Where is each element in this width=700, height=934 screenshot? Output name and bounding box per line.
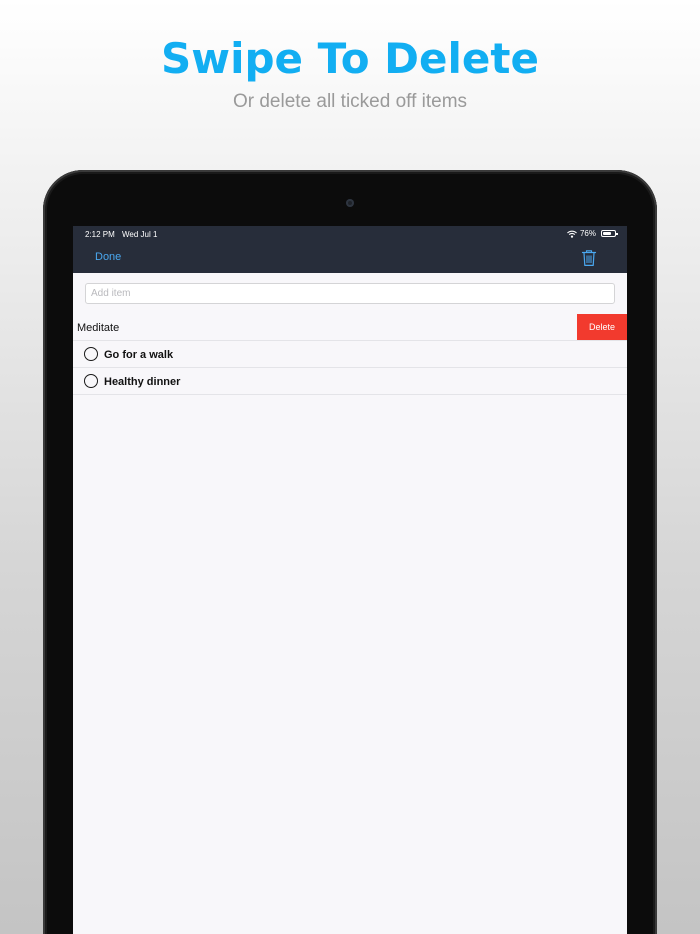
battery-tip: [616, 233, 618, 235]
list-item-label: Go for a walk: [104, 349, 174, 361]
front-camera: [346, 199, 354, 207]
battery-level-fill: [603, 232, 611, 235]
app-screen: 2:12 PM Wed Jul 1 76% Done Add item Medi…: [73, 226, 627, 934]
wifi-icon: [567, 230, 577, 238]
list-item-label: Meditate: [77, 322, 120, 334]
trash-icon[interactable]: [581, 249, 597, 267]
done-button[interactable]: Done: [95, 251, 121, 263]
status-indicators: 76%: [567, 229, 618, 238]
checkbox-circle-icon[interactable]: [84, 374, 98, 388]
ipad-device-frame: 2:12 PM Wed Jul 1 76% Done Add item Medi…: [43, 170, 657, 934]
battery-percentage: 76%: [579, 229, 596, 238]
status-time: 2:12 PM: [85, 230, 115, 239]
checkbox-circle-icon[interactable]: [84, 347, 98, 361]
delete-button[interactable]: Delete: [577, 314, 627, 341]
add-item-input[interactable]: [85, 283, 615, 304]
list-item[interactable]: Healthy dinner: [73, 368, 627, 395]
row-divider: [73, 394, 627, 395]
status-bar: 2:12 PM Wed Jul 1 76%: [73, 226, 627, 243]
headline: Swipe To Delete: [161, 34, 539, 83]
list-item[interactable]: Go for a walk: [73, 341, 627, 368]
battery-icon: [601, 230, 618, 237]
list-item-swiped[interactable]: Meditate Delete: [73, 314, 627, 341]
navigation-bar: Done: [73, 243, 627, 273]
list-item-label: Healthy dinner: [104, 376, 181, 388]
todo-list-area: Meditate Delete Go for a walk Healthy di…: [73, 273, 627, 934]
subheadline: Or delete all ticked off items: [232, 91, 468, 112]
status-date: Wed Jul 1: [122, 230, 158, 239]
